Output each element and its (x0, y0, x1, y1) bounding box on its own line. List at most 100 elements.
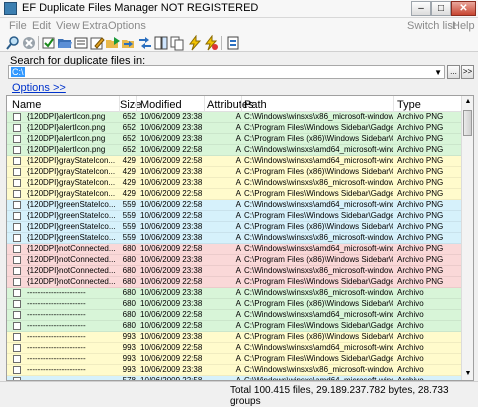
cell-path: C:\Windows\winsxs\amd64_microsoft-window… (244, 200, 393, 209)
split-icon[interactable] (153, 35, 169, 51)
row-checkbox[interactable] (13, 333, 21, 341)
table-row[interactable]: {120DPI}grayStateIcon... 429 10/06/2009 23… (7, 167, 463, 178)
cell-name: {120DPI}greenStateIco... (27, 222, 116, 231)
menu-file[interactable]: File (9, 20, 27, 32)
table-row[interactable]: {120DPI}greenStateIco... 559 10/06/2009 23… (7, 222, 463, 233)
row-checkbox[interactable] (13, 245, 21, 253)
row-checkbox[interactable] (13, 234, 21, 242)
close-button[interactable]: ✕ (451, 1, 476, 16)
move-icon[interactable] (105, 35, 121, 51)
cell-modified: 10/06/2009 22:58 (140, 277, 203, 286)
menu-help[interactable]: Help (452, 20, 475, 32)
column-header-name[interactable]: Name (12, 99, 41, 111)
row-checkbox[interactable] (13, 157, 21, 165)
row-checkbox[interactable] (13, 223, 21, 231)
lightning-icon[interactable] (187, 34, 203, 51)
row-checkbox[interactable] (13, 322, 21, 330)
folder-open-icon[interactable] (57, 35, 73, 51)
move-folder-icon[interactable] (121, 35, 137, 51)
cell-path: C:\Program Files\Windows Sidebar\Gadgets… (244, 354, 393, 363)
table-row[interactable]: {120DPI}greenStateIco... 559 10/06/2009 23… (7, 233, 463, 244)
table-row[interactable]: ---------------------- 993 10/06/2009 22:5… (7, 354, 463, 365)
vertical-scrollbar[interactable]: ▲ ▼ (461, 96, 473, 380)
row-checkbox[interactable] (13, 300, 21, 308)
menu-view[interactable]: View (56, 20, 80, 32)
table-row[interactable]: {120DPI}grayStateIcon... 429 10/06/2009 22… (7, 156, 463, 167)
column-divider[interactable] (136, 96, 137, 112)
scroll-up-icon[interactable]: ▲ (462, 96, 473, 108)
table-row[interactable]: ---------------------- 993 10/06/2009 23:3… (7, 332, 463, 343)
menu-edit[interactable]: Edit (32, 20, 51, 32)
scrollbar-thumb[interactable] (463, 110, 472, 136)
go-button[interactable]: >> (461, 65, 474, 79)
row-checkbox[interactable] (13, 278, 21, 286)
edit-icon[interactable] (89, 35, 105, 51)
stop-icon[interactable] (21, 35, 37, 51)
table-row[interactable]: ---------------------- 993 10/06/2009 22:5… (7, 343, 463, 354)
find-icon[interactable] (5, 35, 21, 51)
table-row[interactable]: {120DPI}notConnected... 680 10/06/2009 23:… (7, 255, 463, 266)
row-checkbox[interactable] (13, 168, 21, 176)
table-row[interactable]: {120DPI}grayStateIcon... 429 10/06/2009 23… (7, 178, 463, 189)
table-row[interactable]: {120DPI}alertIcon.png 652 10/06/2009 22:58… (7, 145, 463, 156)
scroll-down-icon[interactable]: ▼ (462, 368, 473, 380)
table-row[interactable]: {120DPI}greenStateIco... 559 10/06/2009 22… (7, 200, 463, 211)
copy-icon[interactable] (169, 35, 185, 51)
cell-name: ---------------------- (27, 310, 86, 319)
table-row[interactable]: {120DPI}notConnected... 680 10/06/2009 23:… (7, 266, 463, 277)
table-row[interactable]: {120DPI}greenStateIco... 559 10/06/2009 22… (7, 211, 463, 222)
table-row[interactable]: {120DPI}alertIcon.png 652 10/06/2009 23:38… (7, 112, 463, 123)
column-header-modified[interactable]: Modified (140, 99, 182, 111)
table-row[interactable]: ---------------------- 680 10/06/2009 22:5… (7, 310, 463, 321)
table-row[interactable]: {120DPI}notConnected... 680 10/06/2009 22:… (7, 277, 463, 288)
browse-button[interactable]: ... (447, 65, 460, 79)
menu-switch-list[interactable]: Switch list (407, 20, 456, 32)
row-checkbox[interactable] (13, 135, 21, 143)
row-checkbox[interactable] (13, 190, 21, 198)
minimize-button[interactable]: – (411, 1, 431, 16)
row-checkbox[interactable] (13, 201, 21, 209)
cell-path: C:\Windows\winsxs\x86_microsoft-windows-… (244, 266, 393, 275)
row-checkbox[interactable] (13, 179, 21, 187)
row-checkbox[interactable] (13, 124, 21, 132)
row-checkbox[interactable] (13, 113, 21, 121)
lightning-alt-icon[interactable] (203, 34, 219, 51)
options-link[interactable]: Options >> (12, 82, 66, 94)
row-checkbox[interactable] (13, 146, 21, 154)
column-divider[interactable] (204, 96, 205, 112)
row-checkbox[interactable] (13, 289, 21, 297)
table-row[interactable]: {120DPI}notConnected... 680 10/06/2009 22:… (7, 244, 463, 255)
row-checkbox[interactable] (13, 344, 21, 352)
chevron-down-icon[interactable]: ▼ (434, 68, 442, 77)
row-checkbox[interactable] (13, 366, 21, 374)
export-icon[interactable] (225, 35, 241, 51)
row-checkbox[interactable] (13, 267, 21, 275)
table-row[interactable]: ---------------------- 680 10/06/2009 22:5… (7, 321, 463, 332)
column-divider[interactable] (393, 96, 394, 112)
search-location-combobox[interactable]: C:\ ▼ (8, 65, 445, 79)
table-row[interactable]: ---------------------- 680 10/06/2009 23:3… (7, 288, 463, 299)
column-header-size[interactable]: Size (120, 99, 141, 111)
table-row[interactable]: {120DPI}alertIcon.png 652 10/06/2009 23:38… (7, 134, 463, 145)
table-row[interactable]: ---------------------- 680 10/06/2009 23:3… (7, 299, 463, 310)
row-checkbox[interactable] (13, 212, 21, 220)
column-header-type[interactable]: Type (397, 99, 421, 111)
cell-type: Archivo (397, 365, 424, 374)
menu-extra[interactable]: Extra (82, 20, 108, 32)
maximize-button[interactable]: □ (431, 1, 451, 16)
cell-name: {120DPI}greenStateIco... (27, 233, 116, 242)
cell-path: C:\Windows\winsxs\x86_microsoft-windows-… (244, 288, 393, 297)
row-checkbox[interactable] (13, 256, 21, 264)
cell-modified: 10/06/2009 22:58 (140, 156, 203, 165)
table-row[interactable]: {120DPI}alertIcon.png 652 10/06/2009 23:38… (7, 123, 463, 134)
menu-options[interactable]: Options (108, 20, 146, 32)
compare-icon[interactable] (137, 35, 153, 51)
table-row[interactable]: ---------------------- 993 10/06/2009 23:3… (7, 365, 463, 376)
folder-icon[interactable] (73, 35, 89, 51)
column-header-path[interactable]: Path (244, 99, 267, 111)
column-divider[interactable] (241, 96, 242, 112)
row-checkbox[interactable] (13, 355, 21, 363)
row-checkbox[interactable] (13, 311, 21, 319)
table-row[interactable]: {120DPI}grayStateIcon... 429 10/06/2009 22… (7, 189, 463, 200)
check-icon[interactable] (41, 35, 57, 51)
